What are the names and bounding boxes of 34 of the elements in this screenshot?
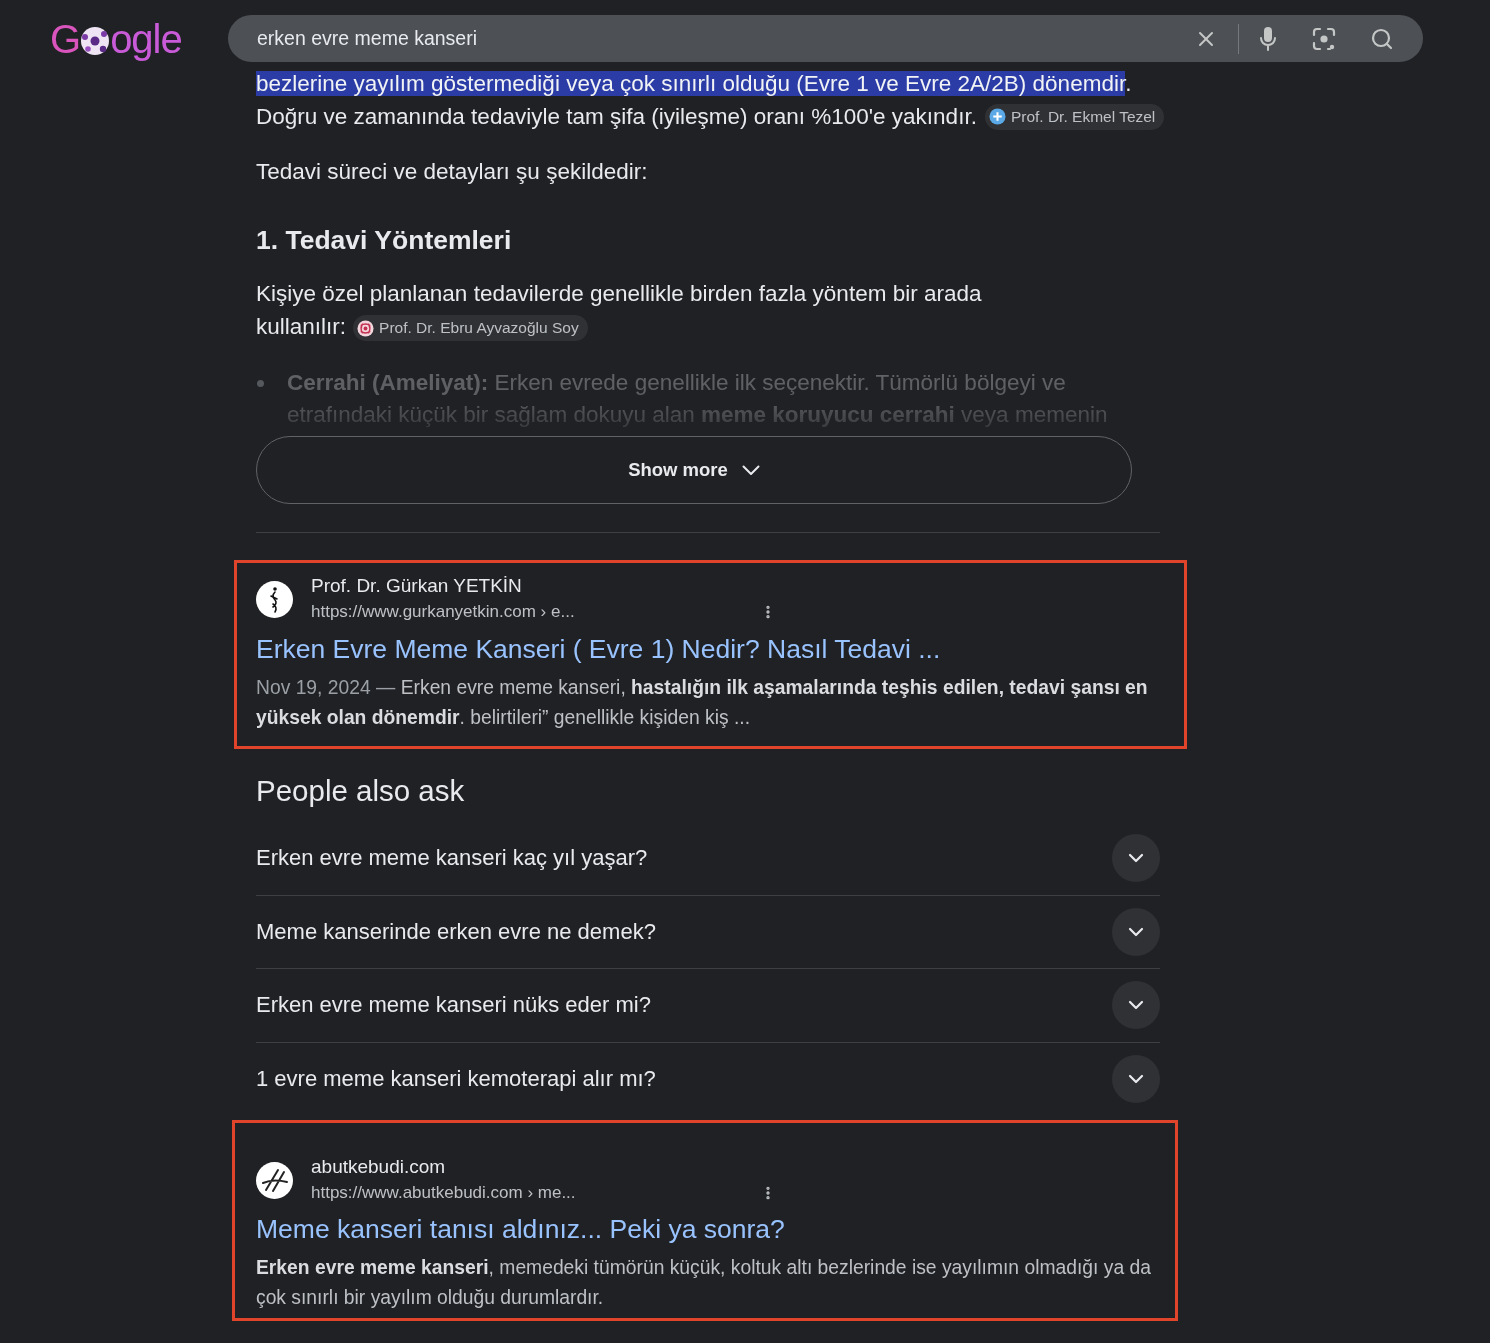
- site-name: abutkebudi.com: [311, 1155, 446, 1179]
- slash-logo-icon: [256, 1161, 293, 1199]
- section-heading: 1. Tedavi Yöntemleri: [256, 224, 512, 257]
- emblem-icon: [357, 319, 375, 337]
- show-more-button[interactable]: Show more: [256, 436, 1132, 504]
- ball-doodle-icon: [80, 25, 111, 56]
- logo-text: G: [50, 16, 81, 61]
- source-chip[interactable]: Prof. Dr. Ekmel Tezel: [984, 103, 1165, 130]
- search-icon: [1370, 26, 1394, 51]
- figure-logo-icon: [256, 580, 293, 618]
- question-row[interactable]: Erken evre meme kanseri kaç yıl yaşar?: [256, 821, 1160, 895]
- overview-text: Doğru ve zamanında tedaviyle tam şifa (iyileşme) oranı %100'e yakındır.: [256, 103, 977, 131]
- logo-text: ogle: [110, 16, 182, 61]
- overview-text: Tedavi süreci ve detayları şu şekildedir:: [256, 158, 648, 186]
- mic-icon: [1259, 25, 1277, 52]
- question-row[interactable]: Meme kanserinde erken evre ne demek?: [256, 894, 1160, 968]
- bullet-icon: [257, 380, 264, 387]
- result-snippet: Nov 19, 2024 — Erken evre meme kanseri, hastalığın ilk aşamalarında teşhis edilen, tedavi şansı en yüksek olan dönemdir. belirtileri” genellikle kişiden kiş ...: [256, 676, 1149, 730]
- site-url: https://www.abutkebudi.com › me...: [311, 1182, 576, 1204]
- scan-frame-icon: [1312, 26, 1336, 51]
- overview-text: Kişiye özel planlanan tedavilerde genellikle birden fazla yöntem bir arada kullanılır: Prof. Dr. Ebru Ayvazoğlu Soy: [256, 277, 1016, 343]
- section-heading: People also ask: [256, 773, 465, 809]
- search-field[interactable]: erken evre meme kanseri: [228, 15, 1423, 62]
- result-title[interactable]: Meme kanseri tanısı aldınız... Peki ya sonra?: [256, 1211, 785, 1247]
- result-snippet: Erken evre meme kanseri, memedeki tümörün küçük, koltuk altı bezlerinde ise yayılımın olmadığı ya da çok sınırlı bir yayılım olduğu durumlardır.: [256, 1256, 1152, 1310]
- result-title[interactable]: Erken Evre Meme Kanseri ( Evre 1) Nedir? Nasıl Tedavi ...: [256, 631, 941, 667]
- chevron-down-icon: [741, 464, 760, 476]
- question-row[interactable]: 1 evre meme kanseri kemoterapi alır mı?: [256, 1041, 1160, 1115]
- plus-circle-icon: [988, 108, 1006, 125]
- site-url: https://www.gurkanyetkin.com › e...: [311, 601, 575, 623]
- source-chip[interactable]: Prof. Dr. Ebru Ayvazoğlu Soy: [353, 315, 588, 342]
- question-row[interactable]: Erken evre meme kanseri nüks eder mi?: [256, 968, 1160, 1042]
- site-name: Prof. Dr. Gürkan YETKİN: [311, 574, 522, 598]
- search-input[interactable]: erken evre meme kanseri: [257, 23, 1192, 54]
